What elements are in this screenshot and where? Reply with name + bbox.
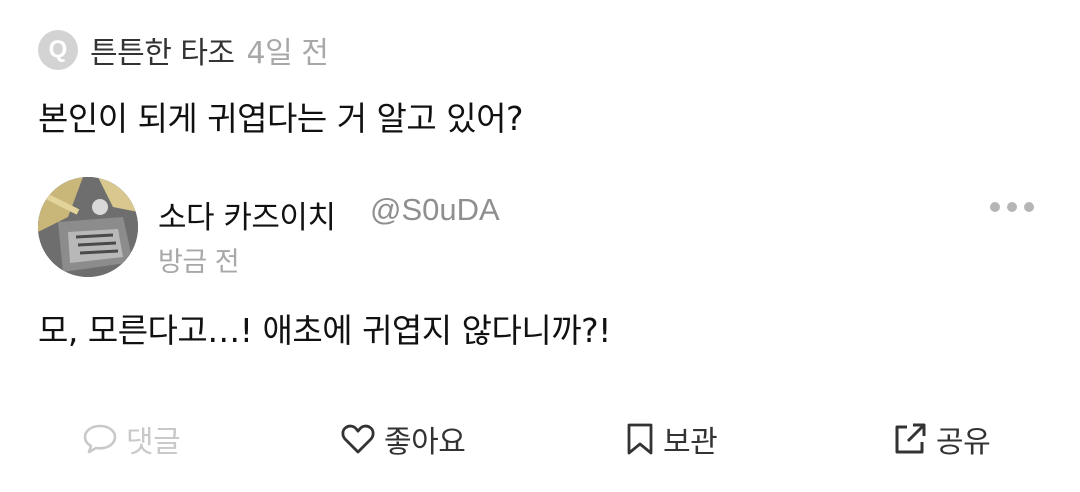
heart-icon	[340, 423, 376, 455]
like-label: 좋아요	[384, 425, 466, 460]
question-time: 4일 전	[246, 36, 329, 71]
question-author[interactable]: 튼튼한 타조	[90, 28, 235, 72]
bookmark-icon	[625, 422, 655, 456]
share-external-icon	[892, 421, 928, 457]
save-label: 보관	[663, 425, 718, 460]
answer-author-name[interactable]: 소다 카즈이치	[158, 192, 336, 237]
comment-button[interactable]: 댓글	[82, 416, 181, 462]
more-dot	[1024, 202, 1034, 212]
avatar[interactable]	[38, 177, 138, 277]
share-label: 공유	[936, 425, 991, 460]
answer-author-handle[interactable]: @S0uDA	[370, 192, 500, 228]
question-badge-icon: Q	[38, 30, 78, 70]
share-button[interactable]: 공유	[892, 416, 991, 462]
question-header: Q 튼튼한 타조 4일 전	[38, 28, 329, 72]
avatar-image	[38, 177, 138, 277]
more-dot	[1007, 202, 1017, 212]
speech-bubble-icon	[82, 423, 118, 455]
more-options-icon[interactable]	[990, 195, 1034, 219]
save-button[interactable]: 보관	[625, 416, 718, 462]
more-dot	[990, 202, 1000, 212]
like-button[interactable]: 좋아요	[340, 416, 466, 462]
answer-text: 모, 모른다고…! 애초에 귀엽지 않다니까?!	[38, 311, 611, 350]
comment-label: 댓글	[126, 425, 181, 460]
question-text: 본인이 되게 귀엽다는 거 알고 있어?	[38, 99, 524, 138]
answer-time: 방금 전	[158, 247, 240, 278]
